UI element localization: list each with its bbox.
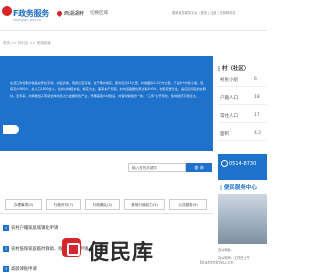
service-address: 办公地址： <box>218 248 234 252</box>
item-number: 3 <box>3 266 9 272</box>
service-center-photo <box>218 194 267 244</box>
list-item[interactable]: 3 高龄津贴申请 <box>3 266 37 272</box>
tab-other-powers[interactable]: 其他行政权力(3) <box>124 199 165 210</box>
info-label: 村民小组 <box>220 78 238 83</box>
item-title[interactable]: 高龄津贴申请 <box>11 267 37 272</box>
breadcrumb[interactable]: 首页 >> 桥口区 >> 西湖街道 <box>3 41 51 46</box>
tab-divider <box>0 213 213 214</box>
info-value: 6 <box>254 77 257 82</box>
top-links[interactable]: 国家政务服务平台 | 登录 | 注册 | 无障碍浏览 <box>172 10 267 15</box>
phone-number: 0514-8730 <box>229 161 257 167</box>
village-info-row: 面积 4.2 <box>218 126 267 141</box>
tab-admin-confirm[interactable]: 行政确认(2) <box>85 199 120 210</box>
item-number: 2 <box>3 246 9 252</box>
switch-area-link[interactable]: 切换区域 <box>90 10 108 16</box>
tab-public-service[interactable]: 公共服务(9) <box>169 199 207 210</box>
watermark-url: bianminku.cn <box>200 260 234 266</box>
info-value: 17 <box>254 113 260 118</box>
watermark-text: 便民库 <box>88 240 154 264</box>
phone-box <box>218 154 267 180</box>
search-button[interactable]: 查 询 <box>186 163 212 172</box>
item-number: 1 <box>3 225 9 231</box>
info-label: 常住人口 <box>220 114 238 119</box>
phone-icon <box>221 160 228 167</box>
search-input[interactable]: 输入查找关键字 <box>128 163 186 172</box>
village-info-row: 户籍人口 18 <box>218 90 267 105</box>
info-value: 18 <box>254 95 260 100</box>
tab-admin-license[interactable]: 行政许可(7) <box>46 199 81 210</box>
village-panel-title: | 村（社区） <box>218 66 250 72</box>
list-item[interactable]: 1 农村户籍家庭城镇化申请 <box>3 225 58 231</box>
government-emblem-icon[interactable] <box>2 6 12 16</box>
village-banner <box>0 56 213 151</box>
village-description: 在潜江市和荆沙铁路交界处东侧，北临长湖，南接汉宜高速，位于荆州城东，距市区约13… <box>10 81 206 98</box>
banner-toggle-button[interactable] <box>3 125 19 134</box>
info-value: 4.2 <box>254 131 262 136</box>
site-subtitle: zhengwu.gov.cn <box>13 18 42 22</box>
item-title[interactable]: 农村户籍家庭城镇化申请 <box>11 226 58 231</box>
info-label: 户籍人口 <box>220 96 238 101</box>
village-info-row: 村民小组 6 <box>218 72 267 87</box>
current-location: 西湖湖畔 <box>64 11 85 17</box>
tab-handle-items[interactable]: 办理事项(0) <box>5 199 42 210</box>
info-label: 面积 <box>220 132 229 137</box>
village-info-row: 常住人口 17 <box>218 108 267 123</box>
header-divider <box>0 30 267 31</box>
service-center-title: | 便民服务中心 <box>220 185 257 191</box>
watermark-logo-icon <box>62 238 81 257</box>
